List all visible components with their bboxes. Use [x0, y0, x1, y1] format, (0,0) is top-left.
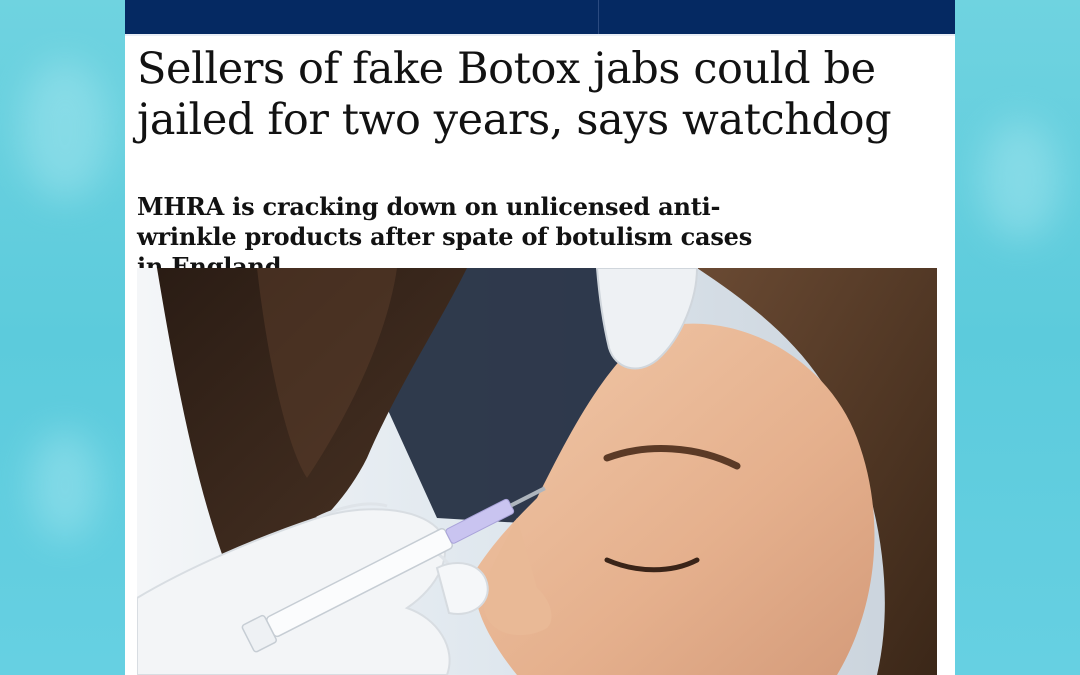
article-photo: [137, 268, 937, 675]
background-blur: [20, 60, 110, 200]
background-blur: [980, 120, 1060, 240]
masthead-bar: [125, 0, 955, 36]
injection-photo-illustration: [137, 268, 937, 675]
article-headline: Sellers of fake Botox jabs could be jail…: [137, 44, 892, 145]
background-blur: [30, 430, 100, 540]
masthead-divider: [598, 0, 599, 34]
article-card: Sellers of fake Botox jabs could be jail…: [125, 0, 955, 675]
